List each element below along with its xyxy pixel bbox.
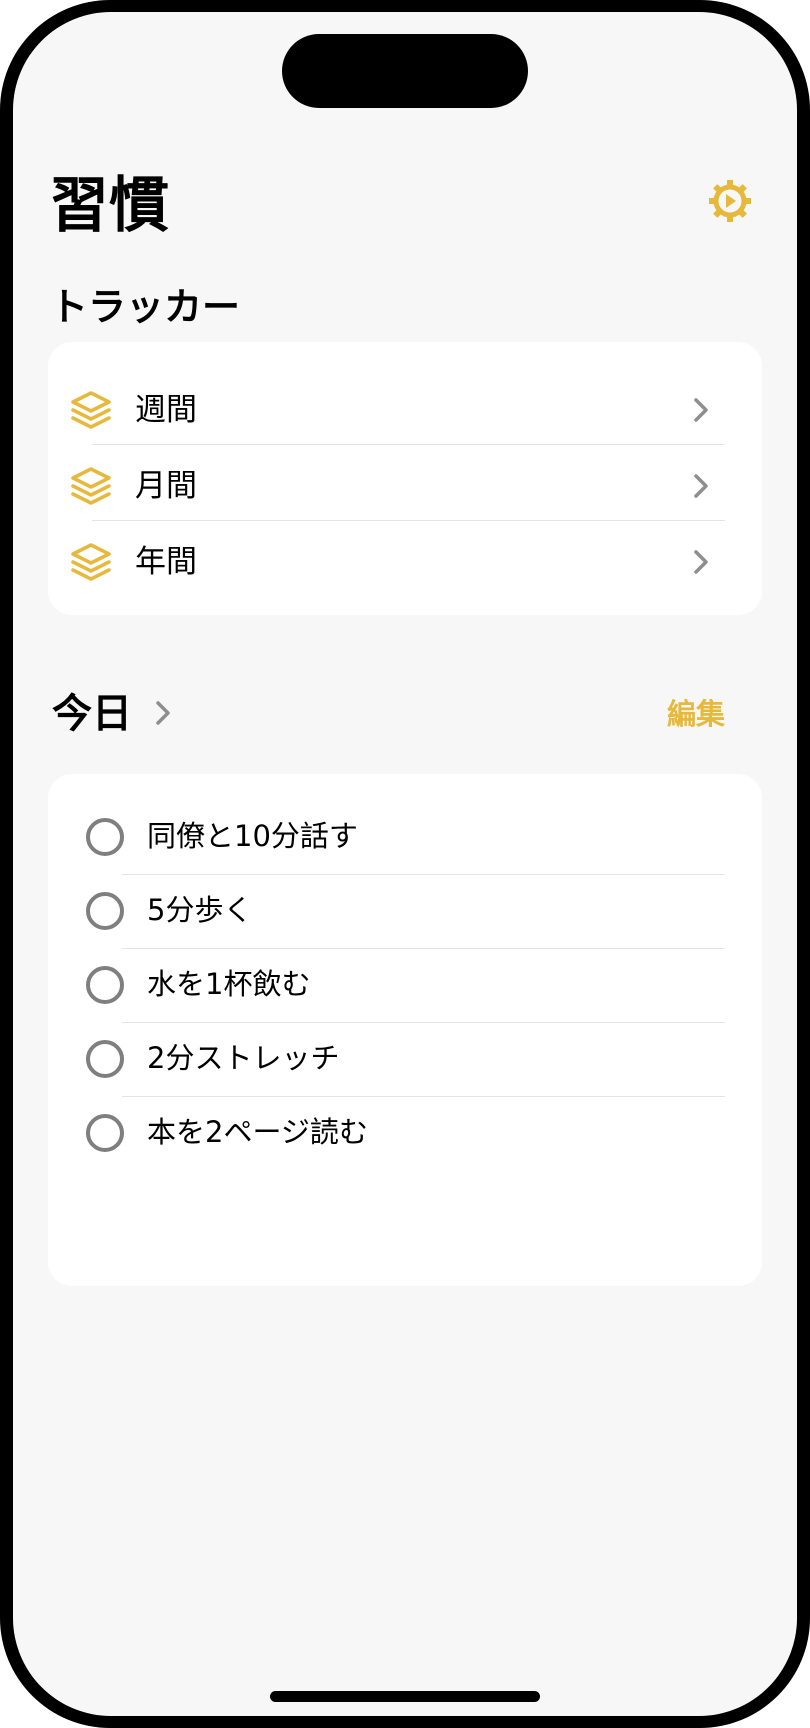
tracker-item-yearly[interactable]: 年間: [48, 524, 762, 600]
chevron-right-icon: [694, 398, 708, 422]
tracker-card: 週間 月間 年間: [48, 342, 762, 615]
tracker-item-label: 月間: [135, 468, 197, 504]
dynamic-island: [282, 34, 528, 108]
habit-label: 同僚と10分話す: [147, 819, 358, 853]
page-title: 習慣: [49, 171, 169, 241]
edit-button[interactable]: 編集: [667, 698, 725, 730]
gear-icon[interactable]: [707, 178, 753, 224]
divider: [92, 520, 725, 521]
habit-item[interactable]: 水を1杯飲む: [48, 948, 762, 1022]
habit-label: 本を2ページ読む: [147, 1115, 368, 1149]
layers-icon: [71, 391, 111, 429]
habit-checkbox[interactable]: [86, 892, 124, 930]
habit-checkbox[interactable]: [86, 966, 124, 1004]
divider: [92, 444, 725, 445]
chevron-right-icon: [694, 550, 708, 574]
habit-checkbox[interactable]: [86, 1114, 124, 1152]
habit-item[interactable]: 2分ストレッチ: [48, 1022, 762, 1096]
tracker-item-label: 年間: [135, 544, 197, 580]
habit-label: 2分ストレッチ: [147, 1041, 340, 1075]
today-section-title[interactable]: 今日: [52, 694, 132, 734]
habit-label: 水を1杯飲む: [147, 967, 311, 1001]
layers-icon: [71, 543, 111, 581]
screen: 習慣 トラッカー 週間 月間 年間 今日 編集 同僚と10分話す 5分歩く 水を…: [13, 12, 797, 1716]
habit-item[interactable]: 本を2ページ読む: [48, 1096, 762, 1170]
tracker-item-label: 週間: [135, 392, 197, 428]
tracker-item-monthly[interactable]: 月間: [48, 448, 762, 524]
tracker-item-weekly[interactable]: 週間: [48, 372, 762, 448]
tracker-section-title: トラッカー: [50, 285, 241, 329]
today-habits-card: 同僚と10分話す 5分歩く 水を1杯飲む 2分ストレッチ 本を2ページ読む: [48, 774, 762, 1286]
home-indicator[interactable]: [270, 1691, 540, 1702]
chevron-right-icon: [694, 474, 708, 498]
chevron-right-icon[interactable]: [154, 699, 172, 727]
phone-frame: 習慣 トラッカー 週間 月間 年間 今日 編集 同僚と10分話す 5分歩く 水を…: [0, 0, 810, 1728]
habit-item[interactable]: 5分歩く: [48, 874, 762, 948]
habit-checkbox[interactable]: [86, 1040, 124, 1078]
layers-icon: [71, 467, 111, 505]
habit-checkbox[interactable]: [86, 818, 124, 856]
habit-label: 5分歩く: [147, 893, 253, 927]
habit-item[interactable]: 同僚と10分話す: [48, 800, 762, 874]
